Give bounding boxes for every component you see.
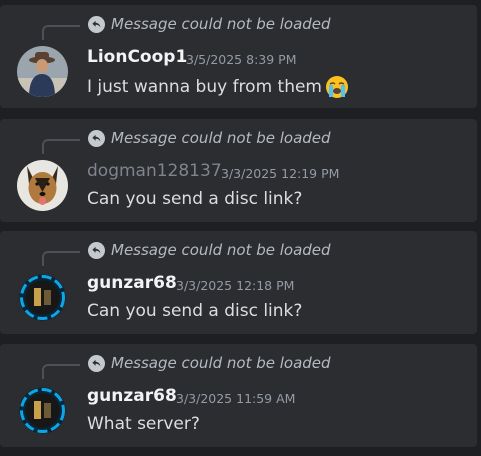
- message-text: What server?: [87, 414, 200, 434]
- avatar-dog-icon[interactable]: [17, 160, 68, 211]
- message-card[interactable]: Message could not be loaded gunzar68 3/3…: [0, 344, 477, 447]
- message-content: What server?: [87, 414, 200, 434]
- username[interactable]: dogman128137: [87, 161, 222, 181]
- message-card[interactable]: Message could not be loaded gunzar68 3/3…: [0, 231, 477, 334]
- reply-arrow-icon: [88, 242, 105, 259]
- timestamp: 3/3/2025 11:59 AM: [176, 391, 296, 406]
- message-text: Can you send a disc link?: [87, 189, 303, 209]
- message-text: I just wanna buy from them: [87, 77, 322, 97]
- reply-unavailable-text[interactable]: Message could not be loaded: [111, 241, 331, 259]
- timestamp: 3/3/2025 12:18 PM: [176, 278, 295, 293]
- message-card[interactable]: Message could not be loaded dogman128137…: [0, 119, 477, 222]
- reply-unavailable-text[interactable]: Message could not be loaded: [111, 129, 331, 147]
- message-content: I just wanna buy from them: [87, 75, 349, 99]
- username[interactable]: LionCoop1: [87, 47, 187, 67]
- reply-connector: [42, 139, 80, 154]
- message-text: Can you send a disc link?: [87, 301, 303, 321]
- avatar-cowboy-icon[interactable]: [17, 46, 68, 97]
- message-list: Message could not be loaded LionCoop1 3/…: [0, 0, 481, 456]
- reply-arrow-icon: [88, 130, 105, 147]
- message-card[interactable]: Message could not be loaded LionCoop1 3/…: [0, 5, 477, 108]
- avatar-portal-icon[interactable]: [17, 385, 68, 436]
- username[interactable]: gunzar68: [87, 273, 177, 293]
- timestamp: 3/3/2025 12:19 PM: [221, 166, 340, 181]
- reply-connector: [42, 251, 80, 266]
- reply-unavailable-text[interactable]: Message could not be loaded: [111, 15, 331, 33]
- reply-arrow-icon: [88, 16, 105, 33]
- reply-connector: [42, 25, 80, 40]
- timestamp: 3/5/2025 8:39 PM: [186, 52, 297, 67]
- loudly-crying-face-icon: [325, 75, 349, 99]
- reply-connector: [42, 364, 80, 379]
- username[interactable]: gunzar68: [87, 386, 177, 406]
- message-content: Can you send a disc link?: [87, 301, 302, 321]
- avatar-portal-icon[interactable]: [17, 272, 68, 323]
- message-content: Can you send a disc link?: [87, 189, 302, 209]
- reply-arrow-icon: [88, 355, 105, 372]
- reply-unavailable-text[interactable]: Message could not be loaded: [111, 354, 331, 372]
